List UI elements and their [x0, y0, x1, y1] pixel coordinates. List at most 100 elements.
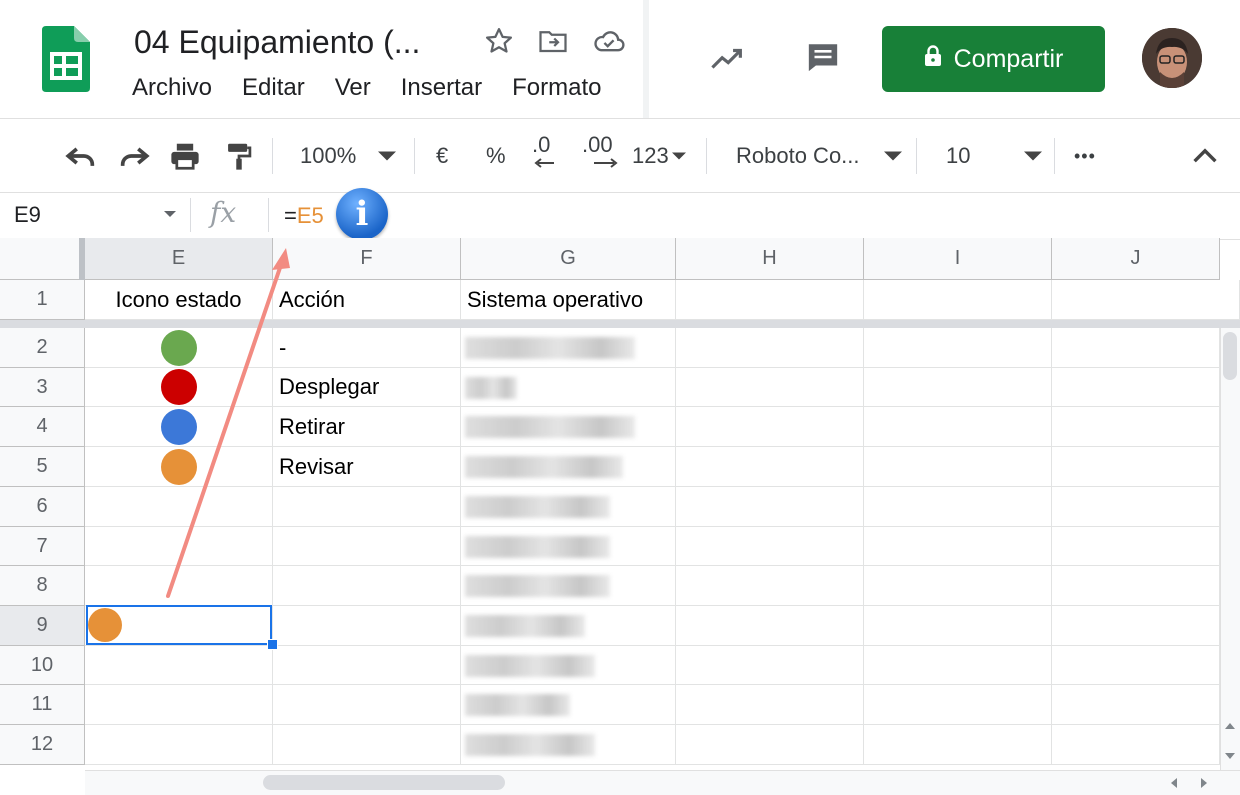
row-header-9[interactable]: 9 [0, 606, 85, 646]
cell-j4[interactable] [1052, 407, 1220, 447]
zoom-dropdown-icon[interactable] [378, 134, 396, 178]
menu-formato[interactable]: Formato [512, 74, 601, 102]
cell-i2[interactable] [864, 328, 1052, 368]
cell-e12[interactable] [85, 725, 273, 765]
font-size-dropdown-icon[interactable] [1024, 134, 1042, 178]
cell-g8[interactable] [461, 566, 676, 606]
format-percent-button[interactable]: % [486, 134, 506, 178]
cell-i10[interactable] [864, 646, 1052, 685]
cell-j1[interactable] [1052, 280, 1240, 320]
cell-j5[interactable] [1052, 447, 1220, 487]
print-icon[interactable] [168, 134, 202, 178]
cell-g6[interactable] [461, 487, 676, 527]
cell-g9[interactable] [461, 606, 676, 646]
cell-h4[interactable] [676, 407, 864, 447]
cell-f5[interactable]: Revisar [273, 447, 461, 487]
cell-j3[interactable] [1052, 368, 1220, 407]
zoom-select[interactable]: 100% [300, 134, 356, 178]
column-header-h[interactable]: H [676, 238, 864, 280]
cell-g1[interactable]: Sistema operativo [461, 280, 676, 320]
column-header-g[interactable]: G [461, 238, 676, 280]
row-header-3[interactable]: 3 [0, 368, 85, 407]
cell-h11[interactable] [676, 685, 864, 725]
cell-i9[interactable] [864, 606, 1052, 646]
collapse-toolbar-icon[interactable] [1192, 134, 1218, 178]
more-options-button[interactable]: ••• [1074, 134, 1096, 178]
horizontal-scrollbar-thumb[interactable] [263, 775, 505, 790]
select-all-corner[interactable] [0, 238, 85, 280]
cell-g11[interactable] [461, 685, 676, 725]
cell-h10[interactable] [676, 646, 864, 685]
cell-j7[interactable] [1052, 527, 1220, 566]
cell-g2[interactable] [461, 328, 676, 368]
increase-decimals-button[interactable]: .00 [582, 134, 618, 178]
row-header-5[interactable]: 5 [0, 447, 85, 487]
vertical-scrollbar[interactable] [1220, 328, 1240, 770]
decrease-decimals-button[interactable]: .0 [532, 134, 556, 178]
cell-j6[interactable] [1052, 487, 1220, 527]
cell-h7[interactable] [676, 527, 864, 566]
column-header-i[interactable]: I [864, 238, 1052, 280]
sheets-logo-icon[interactable] [42, 26, 90, 92]
cell-f3[interactable]: Desplegar [273, 368, 461, 407]
cell-i5[interactable] [864, 447, 1052, 487]
scroll-down-icon[interactable] [1222, 746, 1238, 766]
row-header-4[interactable]: 4 [0, 407, 85, 447]
row-header-8[interactable]: 8 [0, 566, 85, 606]
cell-h6[interactable] [676, 487, 864, 527]
row-header-10[interactable]: 10 [0, 646, 85, 685]
share-button[interactable]: Compartir [882, 26, 1105, 92]
cell-h12[interactable] [676, 725, 864, 765]
horizontal-scrollbar[interactable] [85, 770, 1240, 795]
menu-insertar[interactable]: Insertar [401, 74, 482, 102]
cell-e11[interactable] [85, 685, 273, 725]
cell-h3[interactable] [676, 368, 864, 407]
menu-archivo[interactable]: Archivo [132, 74, 212, 102]
activity-dashboard-icon[interactable] [710, 42, 744, 76]
row-header-11[interactable]: 11 [0, 685, 85, 725]
cell-f11[interactable] [273, 685, 461, 725]
row-header-2[interactable]: 2 [0, 328, 85, 368]
fill-handle[interactable] [267, 639, 278, 650]
paint-format-icon[interactable] [224, 134, 254, 178]
scroll-left-icon[interactable] [1166, 776, 1182, 790]
cell-h2[interactable] [676, 328, 864, 368]
format-currency-button[interactable]: € [436, 134, 448, 178]
cell-i7[interactable] [864, 527, 1052, 566]
cell-e10[interactable] [85, 646, 273, 685]
row-header-6[interactable]: 6 [0, 487, 85, 527]
menu-editar[interactable]: Editar [242, 74, 305, 102]
redo-icon[interactable] [117, 134, 151, 178]
font-family-select[interactable]: Roboto Co... [736, 134, 860, 178]
scroll-up-icon[interactable] [1222, 716, 1238, 736]
cell-g4[interactable] [461, 407, 676, 447]
cell-f9[interactable] [273, 606, 461, 646]
cell-f8[interactable] [273, 566, 461, 606]
vertical-scrollbar-thumb[interactable] [1223, 332, 1237, 380]
cell-i4[interactable] [864, 407, 1052, 447]
more-formats-button[interactable]: 123 [632, 134, 686, 178]
cell-f2[interactable]: - [273, 328, 461, 368]
row-header-7[interactable]: 7 [0, 527, 85, 566]
selected-cell-e9[interactable] [86, 605, 272, 645]
undo-icon[interactable] [64, 134, 98, 178]
row-header-1[interactable]: 1 [0, 280, 85, 320]
cell-f1[interactable]: Acción [273, 280, 461, 320]
cell-i8[interactable] [864, 566, 1052, 606]
menu-ver[interactable]: Ver [335, 74, 371, 102]
cell-j11[interactable] [1052, 685, 1220, 725]
comments-icon[interactable] [806, 40, 840, 74]
cell-g7[interactable] [461, 527, 676, 566]
cell-j2[interactable] [1052, 328, 1220, 368]
cell-j9[interactable] [1052, 606, 1220, 646]
cell-g12[interactable] [461, 725, 676, 765]
cell-i11[interactable] [864, 685, 1052, 725]
cell-g5[interactable] [461, 447, 676, 487]
star-icon[interactable] [482, 24, 516, 58]
cell-i1[interactable] [864, 280, 1052, 320]
cell-g10[interactable] [461, 646, 676, 685]
name-box-dropdown-icon[interactable] [164, 211, 176, 217]
cell-f10[interactable] [273, 646, 461, 685]
cloud-saved-icon[interactable] [592, 24, 626, 58]
cell-j8[interactable] [1052, 566, 1220, 606]
